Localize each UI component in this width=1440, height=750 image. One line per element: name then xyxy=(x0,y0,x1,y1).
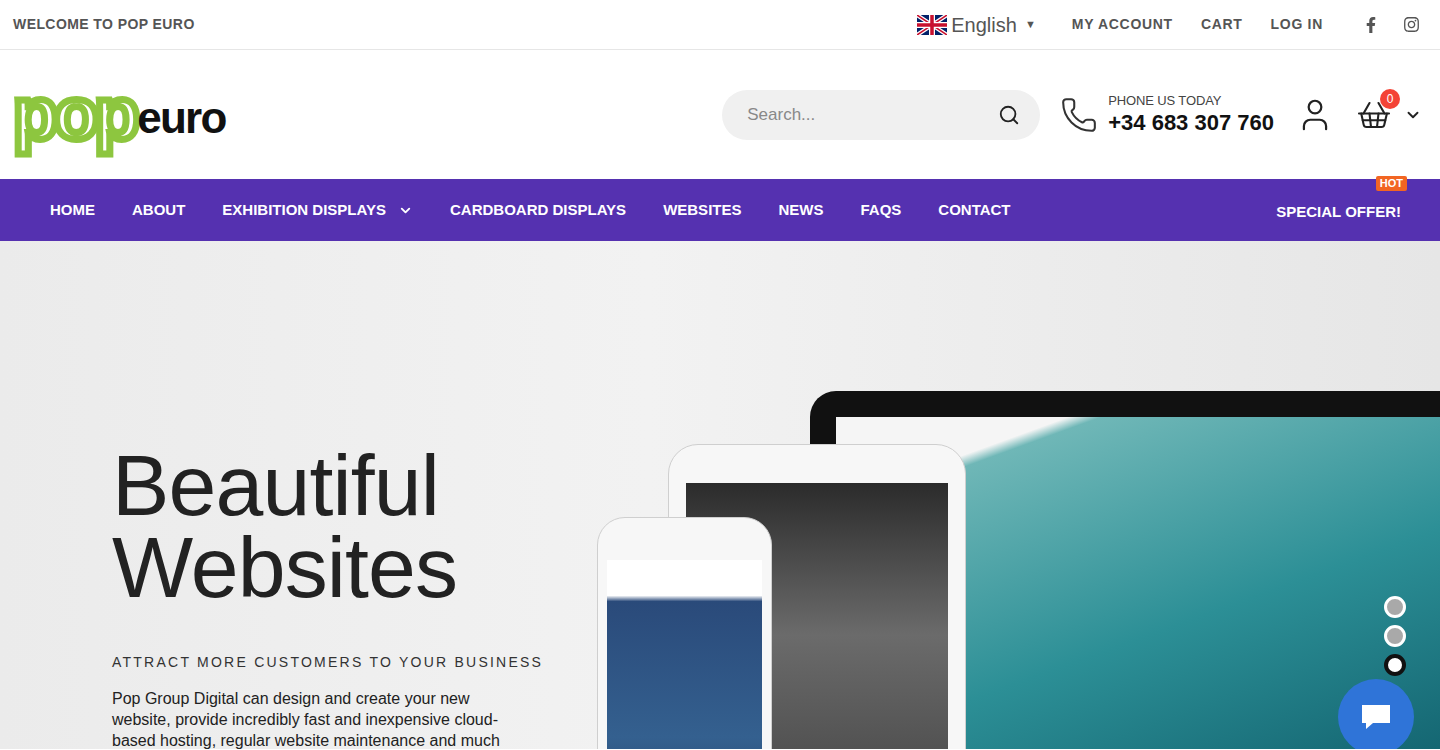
search-icon[interactable] xyxy=(998,104,1020,126)
hero-image xyxy=(597,391,1440,749)
instagram-icon[interactable] xyxy=(1403,16,1420,33)
chat-button[interactable] xyxy=(1338,679,1414,749)
chevron-down-icon[interactable] xyxy=(1404,106,1422,124)
hot-badge: HOT xyxy=(1376,176,1407,191)
top-link[interactable]: LOG IN xyxy=(1271,14,1323,35)
nav-item[interactable]: HOME xyxy=(50,199,95,222)
header: popeuro Search... PHONE US TODAY+34 683 30… xyxy=(0,50,1440,179)
cart-count-badge: 0 xyxy=(1380,89,1400,109)
nav-item[interactable]: CONTACT xyxy=(938,199,1010,222)
welcome-text: WELCOME TO POP EURO xyxy=(13,14,195,35)
main-nav: HOME ABOUT EXHIBITION DISPLAYS CARDBOARD DI… xyxy=(0,179,1440,241)
hero-slider: BeautifulWebsites ATTRACT MORE CUSTOMERS … xyxy=(0,241,1440,749)
special-offer[interactable]: SPECIAL OFFER!HOT xyxy=(1276,196,1401,224)
dropdown-icon xyxy=(398,203,413,218)
nav-item[interactable]: WEBSITES xyxy=(663,199,741,222)
uk-flag-icon xyxy=(917,15,947,35)
slider-dots xyxy=(1384,596,1406,676)
nav-item[interactable]: EXHIBITION DISPLAYS xyxy=(222,199,413,222)
top-link[interactable]: MY ACCOUNT xyxy=(1072,14,1173,35)
nav-item[interactable]: ABOUT xyxy=(132,199,185,222)
nav-item[interactable]: CARDBOARD DISPLAYS xyxy=(450,199,626,222)
nav-item[interactable]: NEWS xyxy=(778,199,823,222)
phone-mockup xyxy=(597,517,772,749)
slider-dot[interactable] xyxy=(1384,596,1406,618)
hero-subtitle: ATTRACT MORE CUSTOMERS TO YOUR BUSINESS xyxy=(112,652,560,673)
logo[interactable]: popeuro xyxy=(13,81,226,148)
slider-dot[interactable] xyxy=(1384,625,1406,647)
hero-title: BeautifulWebsites xyxy=(112,444,560,608)
hero-body: Pop Group Digital can design and create … xyxy=(112,688,522,749)
search-field[interactable]: Search... xyxy=(722,90,1040,140)
top-link[interactable]: CART xyxy=(1201,14,1243,35)
language-select[interactable]: English▼ xyxy=(917,10,1036,40)
phone-icon xyxy=(1060,96,1098,134)
slider-dot[interactable] xyxy=(1384,654,1406,676)
nav-item[interactable]: FAQS xyxy=(860,199,901,222)
chat-icon xyxy=(1359,702,1393,732)
page: WELCOME TO POP EURO English▼ MY ACCOUNT CAR… xyxy=(0,0,1440,750)
top-bar: WELCOME TO POP EURO English▼ MY ACCOUNT CAR… xyxy=(0,0,1440,50)
account-icon[interactable] xyxy=(1296,96,1334,134)
phone-block[interactable]: PHONE US TODAY+34 683 307 760 xyxy=(1060,93,1274,137)
facebook-icon[interactable] xyxy=(1363,17,1379,33)
cart-button[interactable]: 0 xyxy=(1356,97,1422,133)
